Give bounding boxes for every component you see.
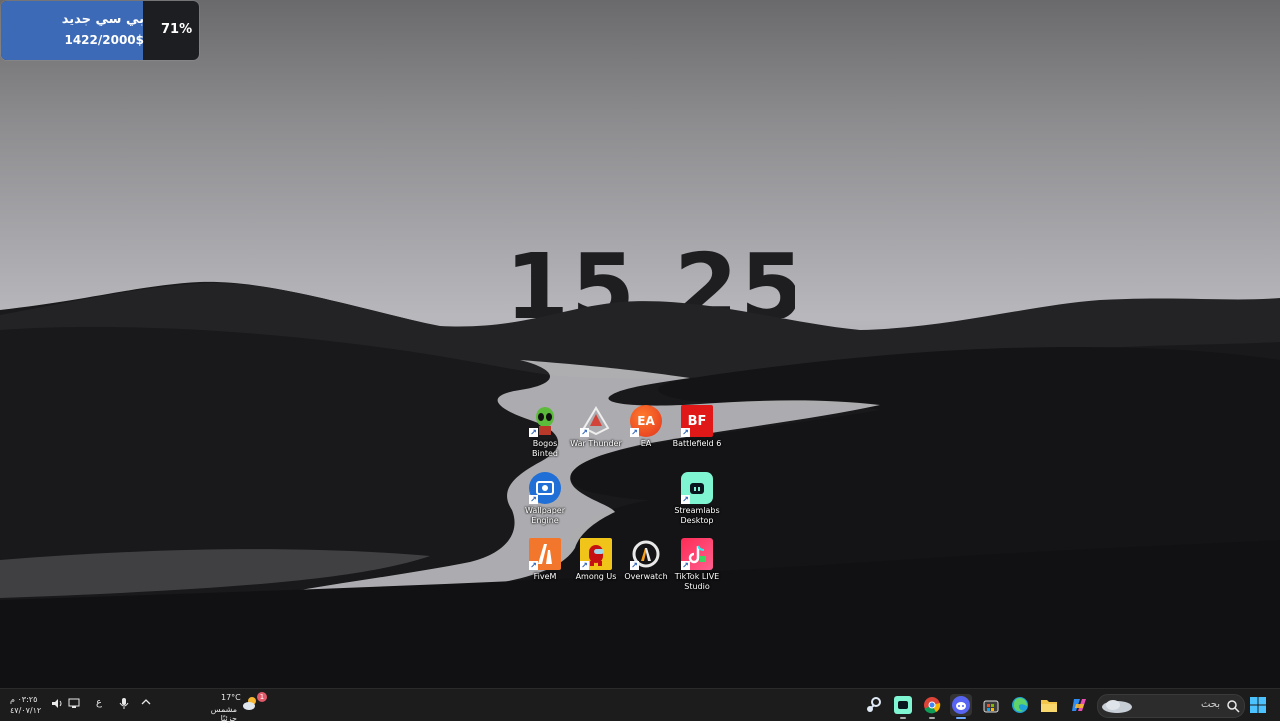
alien-icon: ↗ [529, 405, 561, 437]
shortcut-arrow-icon: ↗ [681, 428, 690, 437]
taskbar-chrome[interactable] [921, 694, 943, 719]
desktop-icon-streamlabs[interactable]: ↗ Streamlabs Desktop [671, 472, 723, 526]
microphone-icon[interactable] [119, 697, 129, 713]
desktop-icon-ea[interactable]: EA ↗ EA [620, 405, 672, 449]
search-highlight-icon [1100, 698, 1134, 718]
desktop-icon-overwatch[interactable]: ↗ Overwatch [620, 538, 672, 582]
desktop: 15.25 بي سي جديد 1422/2000$ 71% ↗ Bogos … [0, 0, 1280, 688]
clock-date: ٤٧/٠٧/١٢ [10, 706, 42, 715]
clock-time: ٠٣:٢٥ م [10, 695, 38, 704]
desktop-icon-bogos-binted[interactable]: ↗ Bogos Binted [519, 405, 571, 459]
icon-label: Overwatch [624, 572, 668, 581]
desktop-icon-tiktok-live-studio[interactable]: ↗ TikTok LIVE Studio [671, 538, 723, 592]
shortcut-arrow-icon: ↗ [529, 495, 538, 504]
microsoft-store-icon [982, 696, 1000, 714]
taskbar-search[interactable]: بحث [1097, 694, 1245, 718]
budget-percent: 71% [161, 22, 193, 37]
weather-temperature: 17°C [221, 693, 241, 702]
taskbar-edge[interactable] [1009, 694, 1031, 716]
weather-badge: 1 [257, 692, 267, 702]
taskbar-steam[interactable] [862, 694, 884, 716]
volume-icon[interactable] [51, 698, 63, 712]
taskbar: ٠٣:٢٥ م ٤٧/٠٧/١٢ ع 17°C مشمس جزئيًا 1 بح… [0, 688, 1280, 723]
edge-icon [1011, 696, 1029, 714]
start-icon [1249, 696, 1267, 714]
icon-label: FiveM [533, 572, 557, 581]
discord-icon [952, 696, 970, 714]
partly-sunny-icon [242, 695, 258, 711]
ea-icon: EA ↗ [630, 405, 662, 437]
running-indicator [929, 717, 935, 719]
file-explorer-icon [1040, 696, 1058, 714]
budget-amount: 1422/2000$ [64, 33, 144, 47]
wallpaper-engine-icon: ↗ [529, 472, 561, 504]
chevron-up-icon[interactable] [141, 698, 151, 709]
shortcut-arrow-icon: ↗ [630, 561, 639, 570]
taskbar-copilot[interactable] [1068, 694, 1090, 716]
start-button[interactable] [1247, 694, 1269, 716]
taskbar-file-explorer[interactable] [1038, 694, 1060, 716]
shortcut-arrow-icon: ↗ [529, 428, 538, 437]
streamlabs-icon: ↗ [681, 472, 713, 504]
budget-progress-fill [1, 1, 143, 60]
network-icon[interactable] [68, 698, 80, 712]
battlefield-icon: BF ↗ [681, 405, 713, 437]
chrome-icon [923, 696, 941, 714]
icon-label: Wallpaper Engine [524, 506, 565, 525]
tiktok-live-icon: ↗ [681, 538, 713, 570]
icon-label: Among Us [575, 572, 617, 581]
shortcut-arrow-icon: ↗ [580, 561, 589, 570]
overwatch-icon: ↗ [630, 538, 662, 570]
icon-label: TikTok LIVE Studio [674, 572, 720, 591]
shortcut-arrow-icon: ↗ [630, 428, 639, 437]
running-indicator [956, 717, 966, 719]
taskbar-microsoft-store[interactable] [980, 694, 1002, 716]
icon-label: Battlefield 6 [672, 439, 722, 448]
running-indicator [900, 717, 906, 719]
icon-label: Streamlabs Desktop [674, 506, 720, 525]
shortcut-arrow-icon: ↗ [681, 495, 690, 504]
wallpaper-dunes [0, 282, 1280, 688]
steam-icon [864, 696, 882, 714]
among-us-icon: ↗ [580, 538, 612, 570]
desktop-icon-wallpaper-engine[interactable]: ↗ Wallpaper Engine [519, 472, 571, 526]
desktop-icon-among-us[interactable]: ↗ Among Us [570, 538, 622, 582]
search-icon [1226, 698, 1240, 717]
budget-widget[interactable]: بي سي جديد 1422/2000$ 71% [1, 1, 199, 60]
budget-title: بي سي جديد [61, 12, 144, 27]
shortcut-arrow-icon: ↗ [681, 561, 690, 570]
desktop-icon-fivem[interactable]: ↗ FiveM [519, 538, 571, 582]
icon-label: EA [640, 439, 652, 448]
taskbar-clock[interactable]: ٠٣:٢٥ م ٤٧/٠٧/١٢ [10, 694, 41, 716]
copilot-icon [1070, 696, 1088, 714]
taskbar-streamlabs[interactable] [892, 694, 914, 719]
icon-label: War Thunder [570, 439, 622, 448]
taskbar-discord[interactable] [950, 694, 972, 719]
search-placeholder: بحث [1200, 699, 1220, 710]
desktop-icon-war-thunder[interactable]: ↗ War Thunder [570, 405, 622, 449]
war-thunder-icon: ↗ [580, 405, 612, 437]
streamlabs-icon [894, 696, 912, 714]
icon-label: Bogos Binted [532, 439, 558, 458]
fivem-icon: ↗ [529, 538, 561, 570]
weather-description: مشمس جزئيًا [210, 705, 237, 723]
shortcut-arrow-icon: ↗ [580, 428, 589, 437]
desktop-icon-battlefield-6[interactable]: BF ↗ Battlefield 6 [671, 405, 723, 449]
shortcut-arrow-icon: ↗ [529, 561, 538, 570]
keyboard-language[interactable]: ع [96, 697, 102, 708]
